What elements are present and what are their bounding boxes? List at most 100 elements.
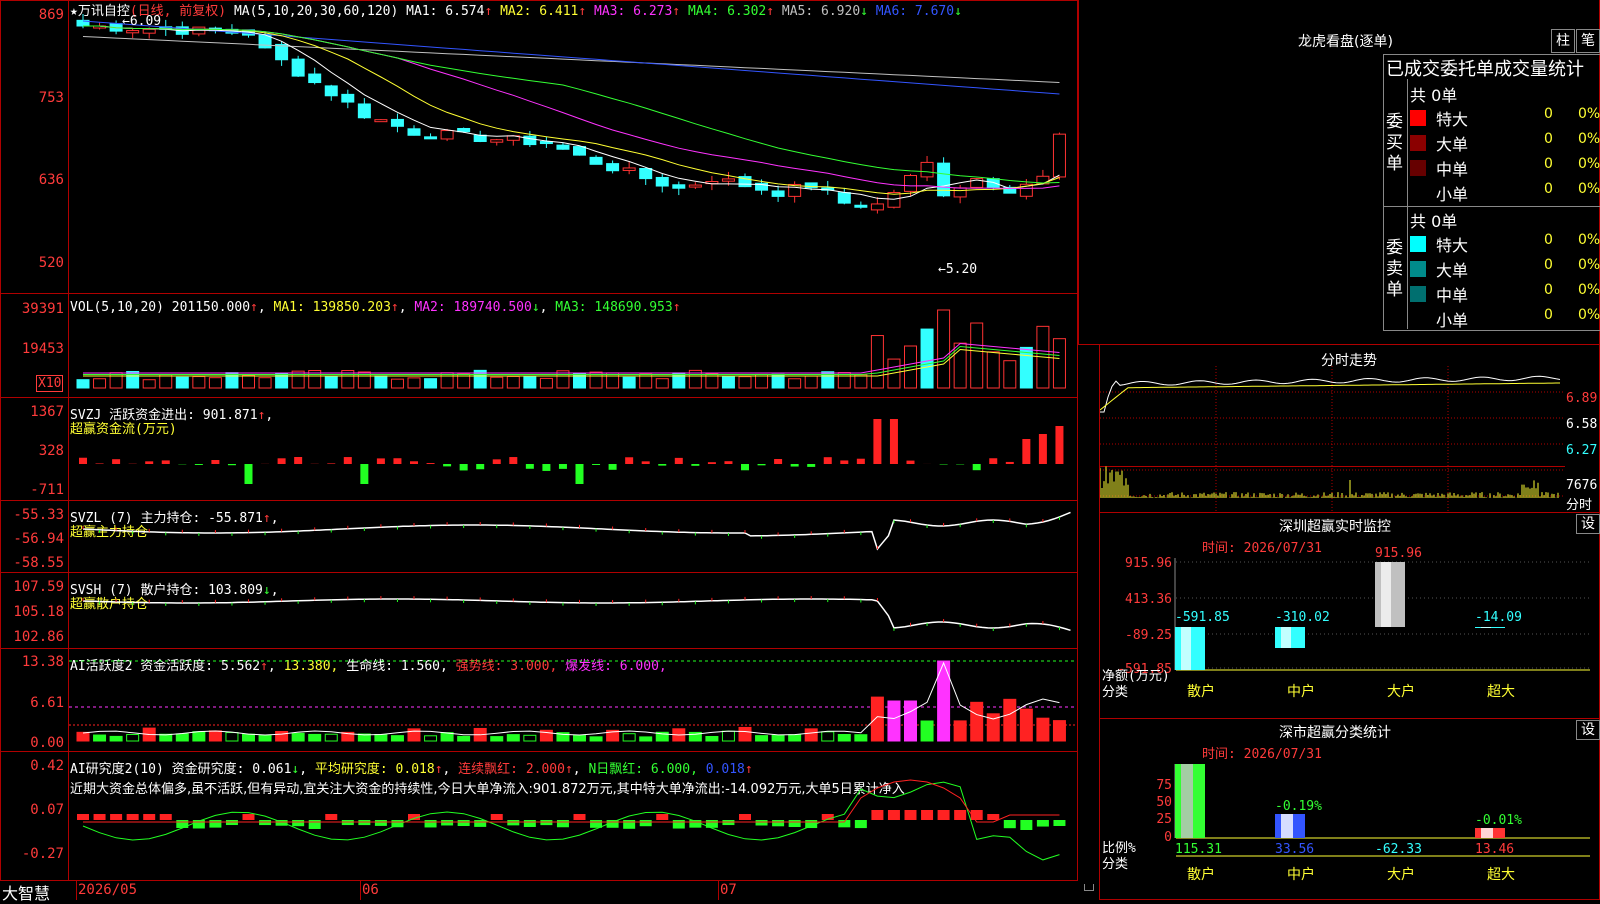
volume-bar bbox=[110, 373, 122, 388]
candle-body bbox=[656, 177, 668, 186]
research-bar bbox=[160, 814, 172, 820]
flow-bar bbox=[377, 458, 385, 464]
activity-bar bbox=[855, 735, 867, 741]
activity-bar bbox=[127, 735, 139, 741]
flow-bar bbox=[741, 464, 749, 470]
research-bar bbox=[226, 820, 238, 825]
candle-body bbox=[127, 31, 139, 33]
monitor-value: -310.02 bbox=[1275, 610, 1330, 625]
research-bar bbox=[94, 814, 106, 820]
activity-bar bbox=[193, 732, 205, 741]
candle-body bbox=[557, 145, 569, 149]
activity-bar bbox=[425, 736, 437, 741]
candle-body bbox=[143, 29, 155, 33]
activity-bar bbox=[110, 736, 122, 741]
fenshi-tick-4: 7676 bbox=[1566, 478, 1597, 493]
activity-bar bbox=[375, 734, 387, 741]
volume-bar bbox=[77, 380, 89, 388]
swatch bbox=[1410, 135, 1426, 151]
flow-bar bbox=[542, 464, 550, 471]
svsh-line bbox=[83, 599, 1070, 630]
activity-bar bbox=[838, 735, 850, 741]
row-name: 大单 bbox=[1436, 131, 1468, 155]
lock-icon[interactable] bbox=[1084, 884, 1094, 891]
activity-bar bbox=[1053, 721, 1065, 741]
price-tick-2: 753 bbox=[0, 90, 64, 106]
activity-bar bbox=[276, 731, 288, 741]
activity-bar bbox=[259, 735, 271, 741]
candle-body bbox=[838, 193, 850, 203]
ai2-tick-1: 0.42 bbox=[0, 758, 64, 774]
row-name: 特大 bbox=[1436, 232, 1468, 256]
research-bar bbox=[921, 810, 933, 820]
stats-tick: 50 bbox=[1156, 795, 1172, 810]
candle-body bbox=[342, 94, 354, 102]
date-tick-3 bbox=[718, 880, 719, 900]
candle-body bbox=[425, 137, 437, 139]
activity-bar bbox=[739, 727, 751, 741]
low-mark-value: 5.20 bbox=[946, 262, 977, 277]
activity-bar bbox=[822, 732, 834, 741]
activity-bar bbox=[640, 737, 652, 741]
row-name: 特大 bbox=[1436, 106, 1468, 130]
research-bar bbox=[524, 820, 536, 827]
stats-ylabel: 比例% bbox=[1102, 841, 1136, 856]
svzj-chart[interactable] bbox=[69, 398, 1077, 500]
volume-bar bbox=[375, 376, 387, 388]
activity-bar bbox=[491, 737, 503, 741]
flow-bar bbox=[509, 457, 517, 464]
svzl-line bbox=[83, 512, 1070, 549]
intraday-chart[interactable] bbox=[1100, 366, 1565, 512]
activity-bar bbox=[292, 733, 304, 741]
candle-body bbox=[309, 74, 321, 83]
candlestick-chart[interactable] bbox=[69, 14, 1077, 292]
research-bar bbox=[722, 820, 734, 825]
monitor-cat: 大户 bbox=[1387, 683, 1415, 700]
research-bar bbox=[375, 820, 387, 826]
research-bar bbox=[739, 814, 751, 820]
research-bar bbox=[507, 820, 519, 825]
flow-bar bbox=[112, 459, 120, 464]
volume-bar bbox=[325, 376, 337, 388]
volume-bar bbox=[673, 373, 685, 388]
monitor-xlabel: 分类 bbox=[1102, 685, 1128, 700]
flow-bar bbox=[675, 458, 683, 464]
volume-bar bbox=[540, 378, 552, 388]
volume-bar bbox=[193, 377, 205, 388]
svzl-chart[interactable] bbox=[69, 501, 1077, 572]
flow-bar bbox=[559, 464, 567, 469]
activity-bar bbox=[1020, 709, 1032, 741]
volume-bar bbox=[160, 375, 172, 388]
ai-research-chart[interactable] bbox=[69, 752, 1077, 880]
flow-bar bbox=[708, 462, 716, 464]
candle-body bbox=[325, 86, 337, 96]
volume-bar bbox=[971, 323, 983, 388]
monitor-bar-2 bbox=[1275, 627, 1305, 648]
stats-value: 13.46 bbox=[1475, 842, 1514, 857]
flow-bar bbox=[873, 419, 881, 464]
research-bar bbox=[557, 820, 569, 827]
research-bar bbox=[1037, 820, 1049, 827]
candle-body bbox=[292, 59, 304, 76]
volume-bar bbox=[789, 379, 801, 388]
bar-mode-button[interactable]: 柱 bbox=[1551, 29, 1575, 53]
ai-activity-chart[interactable] bbox=[69, 649, 1077, 751]
candle-body bbox=[689, 185, 701, 187]
buy-total: 共 0单 bbox=[1410, 82, 1457, 106]
vol-unit: X10 bbox=[36, 375, 63, 392]
ai2-tick-3: -0.27 bbox=[0, 846, 64, 862]
stats-cat: 大户 bbox=[1387, 866, 1415, 883]
row-pct: 0% bbox=[1578, 181, 1600, 197]
flow-bar bbox=[609, 464, 617, 470]
tick-mode-button[interactable]: 笔 bbox=[1576, 29, 1600, 53]
ai1-tick-2: 6.61 bbox=[0, 695, 64, 711]
svsh-chart[interactable] bbox=[69, 573, 1077, 648]
monitor-bar-1 bbox=[1175, 627, 1205, 670]
volume-bar bbox=[292, 371, 304, 388]
volume-chart[interactable] bbox=[69, 308, 1077, 396]
ma5-line bbox=[83, 37, 1059, 83]
flow-bar bbox=[294, 457, 302, 464]
activity-bar bbox=[756, 736, 768, 741]
candle-body bbox=[574, 147, 586, 156]
research-bar bbox=[540, 820, 552, 825]
